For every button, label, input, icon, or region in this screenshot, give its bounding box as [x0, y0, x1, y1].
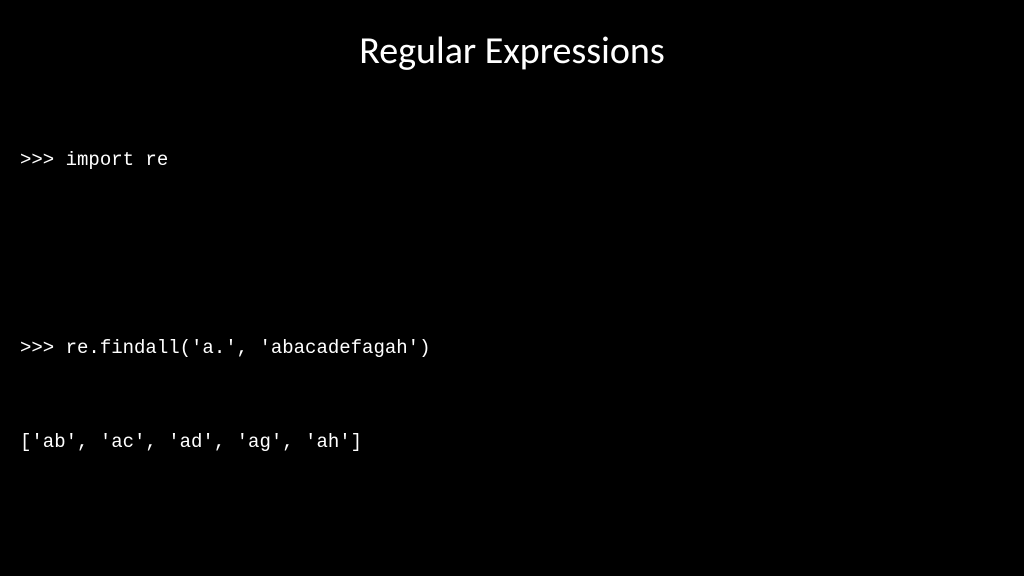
blank-line [20, 239, 1004, 270]
code-line: >>> import re [20, 145, 1004, 176]
slide-title: Regular Expressions [0, 0, 1024, 82]
code-line: ['ab', 'ac', 'ad', 'ag', 'ah'] [20, 427, 1004, 458]
code-block: >>> import re >>> re.findall('a.', 'abac… [0, 82, 1024, 576]
code-line: >>> re.findall('a.', 'abacadefagah') [20, 333, 1004, 364]
blank-line [20, 521, 1004, 552]
slide: Regular Expressions >>> import re >>> re… [0, 0, 1024, 576]
